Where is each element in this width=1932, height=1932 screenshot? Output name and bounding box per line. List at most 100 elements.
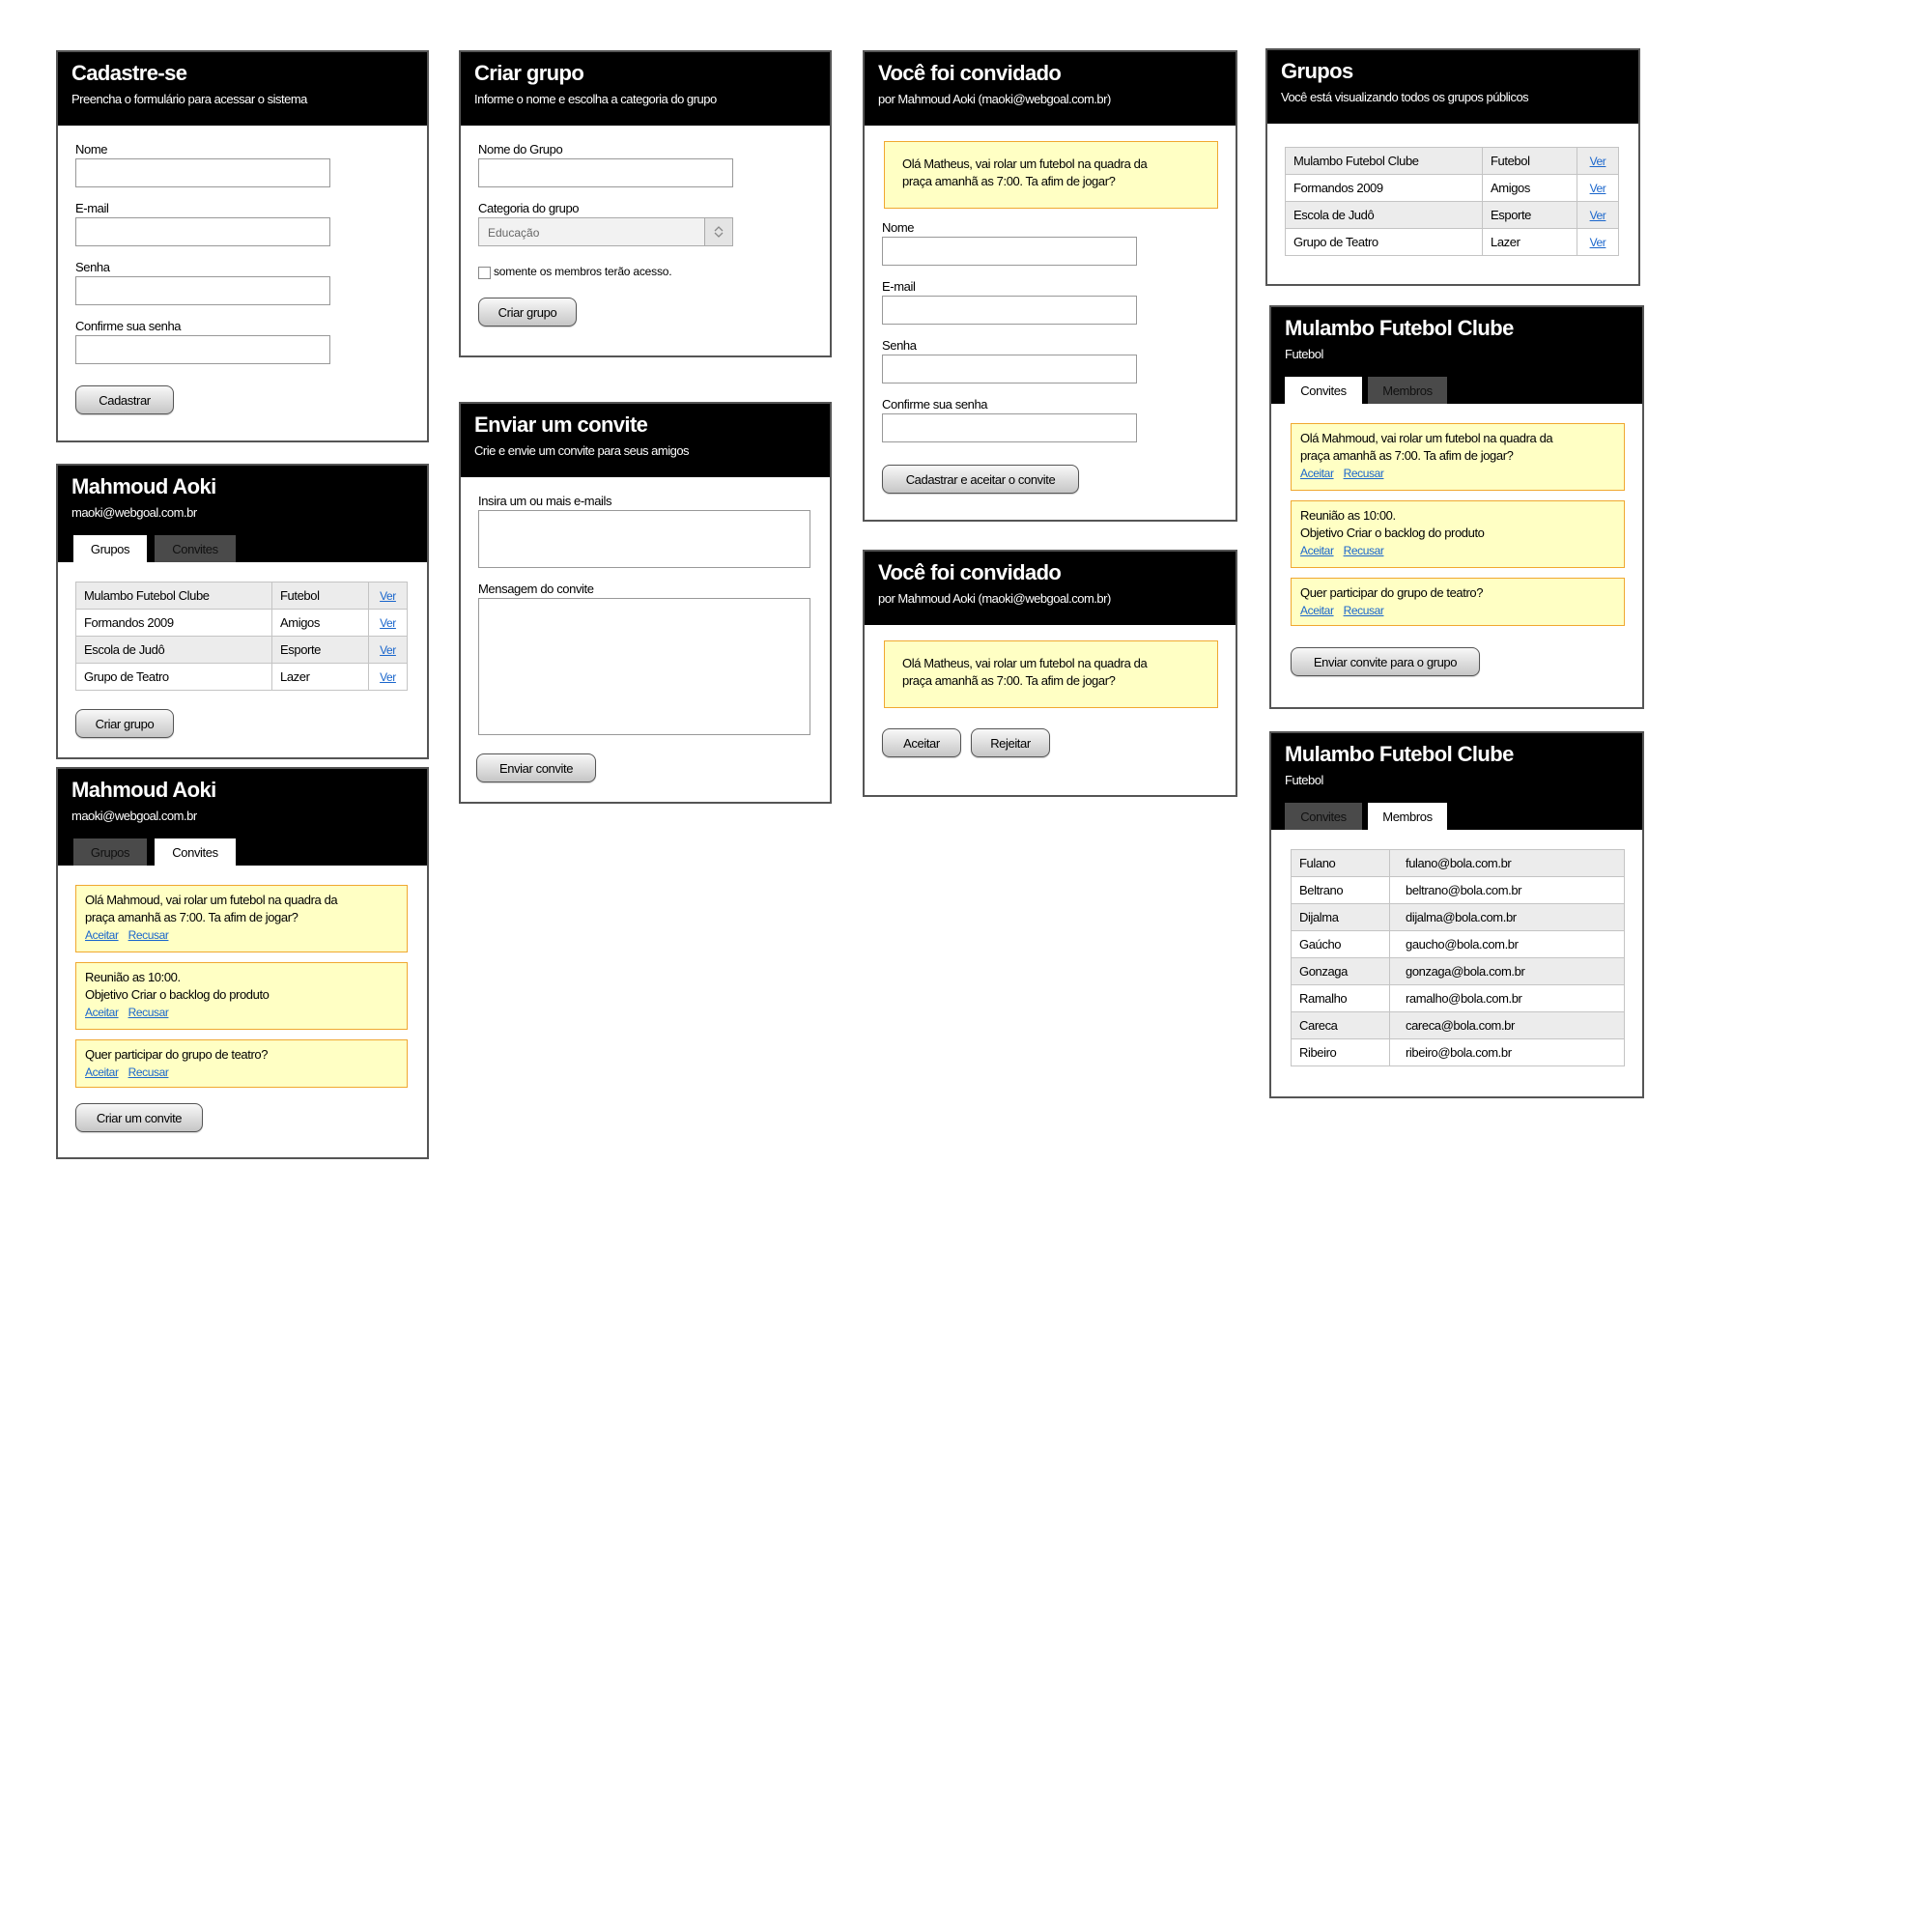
tab-invites[interactable]: Convites <box>155 535 236 562</box>
tab-groups[interactable]: Grupos <box>73 838 147 866</box>
email-input[interactable] <box>882 296 1137 325</box>
accept-link[interactable]: Aceitar <box>1300 544 1334 557</box>
decline-link[interactable]: Recusar <box>128 928 169 942</box>
view-link[interactable]: Ver <box>1590 236 1606 249</box>
create-invite-button[interactable]: Criar um convite <box>75 1103 203 1132</box>
view-link[interactable]: Ver <box>380 643 396 657</box>
group-category-cell: Lazer <box>271 663 369 691</box>
invite-message: Olá Matheus, vai rolar um futebol na qua… <box>884 640 1218 708</box>
members-only-checkbox[interactable] <box>478 267 491 279</box>
signup-accept-button[interactable]: Cadastrar e aceitar o convite <box>882 465 1079 494</box>
group-name-cell: Escola de Judô <box>1285 201 1483 229</box>
name-input[interactable] <box>882 237 1137 266</box>
group-category-cell: Esporte <box>271 636 369 664</box>
password-label: Senha <box>882 338 917 353</box>
confirm-password-input[interactable] <box>882 413 1137 442</box>
table-row: Escola de Judô Esporte Ver <box>1285 201 1619 229</box>
profile-invites-header: Mahmoud Aoki maoki@webgoal.com.br Grupos… <box>58 769 427 866</box>
group-category-cell: Lazer <box>1482 228 1577 256</box>
create-group-submit-button[interactable]: Criar grupo <box>478 298 577 327</box>
accept-link[interactable]: Aceitar <box>1300 604 1334 617</box>
accept-link[interactable]: Aceitar <box>85 1006 119 1019</box>
group-category-select[interactable]: Educação <box>478 217 733 246</box>
member-name: Careca <box>1291 1011 1390 1039</box>
invite-card: Reunião as 10:00. Objetivo Criar o backlo… <box>75 962 408 1030</box>
message-textarea[interactable] <box>478 598 810 735</box>
view-link[interactable]: Ver <box>380 589 396 603</box>
profile-invites-panel: Mahmoud Aoki maoki@webgoal.com.br Grupos… <box>56 767 429 1159</box>
public-groups-subtitle: Você está visualizando todos os grupos p… <box>1281 90 1529 104</box>
group-view-link[interactable]: Ver <box>368 636 408 664</box>
signup-header: Cadastre-se Preencha o formulário para a… <box>58 52 427 126</box>
create-group-title: Criar grupo <box>474 61 584 85</box>
tab-groups[interactable]: Grupos <box>73 535 147 562</box>
group-view-link[interactable]: Ver <box>1577 174 1619 202</box>
view-link[interactable]: Ver <box>380 616 396 630</box>
accept-link[interactable]: Aceitar <box>1300 467 1334 480</box>
accept-button[interactable]: Aceitar <box>882 728 961 757</box>
create-group-button[interactable]: Criar grupo <box>75 709 174 738</box>
password-input[interactable] <box>882 355 1137 384</box>
group-view-link[interactable]: Ver <box>1577 147 1619 175</box>
signup-button[interactable]: Cadastrar <box>75 385 174 414</box>
group-view-link[interactable]: Ver <box>1577 201 1619 229</box>
name-input[interactable] <box>75 158 330 187</box>
tab-invites[interactable]: Convites <box>1285 803 1362 830</box>
tab-members[interactable]: Membros <box>1368 803 1447 830</box>
reject-button[interactable]: Rejeitar <box>971 728 1050 757</box>
member-name: Ramalho <box>1291 984 1390 1012</box>
invite-card: Olá Mahmoud, vai rolar um futebol na qua… <box>75 885 408 952</box>
email-input[interactable] <box>75 217 330 246</box>
decline-link[interactable]: Recusar <box>128 1065 169 1079</box>
group-name-label: Nome do Grupo <box>478 142 563 156</box>
table-row: Careca careca@bola.com.br <box>1291 1011 1625 1039</box>
decline-link[interactable]: Recusar <box>1344 544 1384 557</box>
profile-groups-header: Mahmoud Aoki maoki@webgoal.com.br Grupos… <box>58 466 427 562</box>
signup-subtitle: Preencha o formulário para acessar o sis… <box>71 92 307 106</box>
view-link[interactable]: Ver <box>380 670 396 684</box>
decline-link[interactable]: Recusar <box>1344 467 1384 480</box>
table-row: Escola de Judô Esporte Ver <box>75 636 408 664</box>
group-name-cell: Escola de Judô <box>75 636 272 664</box>
tab-invites[interactable]: Convites <box>1285 377 1362 404</box>
table-row: Beltrano beltrano@bola.com.br <box>1291 876 1625 904</box>
group-name-input[interactable] <box>478 158 733 187</box>
invite-text: Quer participar do grupo de teatro? <box>85 1047 269 1062</box>
group-view-link[interactable]: Ver <box>368 582 408 610</box>
public-groups-table: Mulambo Futebol Clube Futebol Ver Forman… <box>1285 147 1619 256</box>
group-members-header: Mulambo Futebol Clube Futebol Convites M… <box>1271 733 1642 830</box>
view-link[interactable]: Ver <box>1590 155 1606 168</box>
accept-link[interactable]: Aceitar <box>85 1065 119 1079</box>
decline-link[interactable]: Recusar <box>128 1006 169 1019</box>
view-link[interactable]: Ver <box>1590 182 1606 195</box>
create-group-header: Criar grupo Informe o nome e escolha a c… <box>461 52 830 126</box>
send-invite-button[interactable]: Enviar convite <box>476 753 596 782</box>
group-invites-header: Mulambo Futebol Clube Futebol Convites M… <box>1271 307 1642 404</box>
member-email: careca@bola.com.br <box>1389 1011 1625 1039</box>
view-link[interactable]: Ver <box>1590 209 1606 222</box>
group-category-cell: Futebol <box>271 582 369 610</box>
group-category-cell: Amigos <box>1482 174 1577 202</box>
confirm-password-input[interactable] <box>75 335 330 364</box>
group-view-link[interactable]: Ver <box>368 609 408 637</box>
send-group-invite-button[interactable]: Enviar convite para o grupo <box>1291 647 1480 676</box>
tab-members[interactable]: Membros <box>1368 377 1447 404</box>
invite-text: Reunião as 10:00. <box>1300 508 1396 523</box>
emails-textarea[interactable] <box>478 510 810 568</box>
password-input[interactable] <box>75 276 330 305</box>
member-name: Fulano <box>1291 849 1390 877</box>
group-name-cell: Grupo de Teatro <box>1285 228 1483 256</box>
group-category-cell: Futebol <box>1482 147 1577 175</box>
invite-text: praça amanhã as 7:00. Ta afim de jogar? <box>1300 448 1514 463</box>
group-title: Mulambo Futebol Clube <box>1285 316 1514 340</box>
invite-text: Objetivo Criar o backlog do produto <box>1300 526 1485 540</box>
member-email: beltrano@bola.com.br <box>1389 876 1625 904</box>
decline-link[interactable]: Recusar <box>1344 604 1384 617</box>
group-view-link[interactable]: Ver <box>368 663 408 691</box>
tab-invites[interactable]: Convites <box>155 838 236 866</box>
group-view-link[interactable]: Ver <box>1577 228 1619 256</box>
table-row: Formandos 2009 Amigos Ver <box>75 609 408 637</box>
create-group-panel: Criar grupo Informe o nome e escolha a c… <box>459 50 832 357</box>
accept-link[interactable]: Aceitar <box>85 928 119 942</box>
invite-text: Olá Mahmoud, vai rolar um futebol na qua… <box>1300 431 1553 445</box>
